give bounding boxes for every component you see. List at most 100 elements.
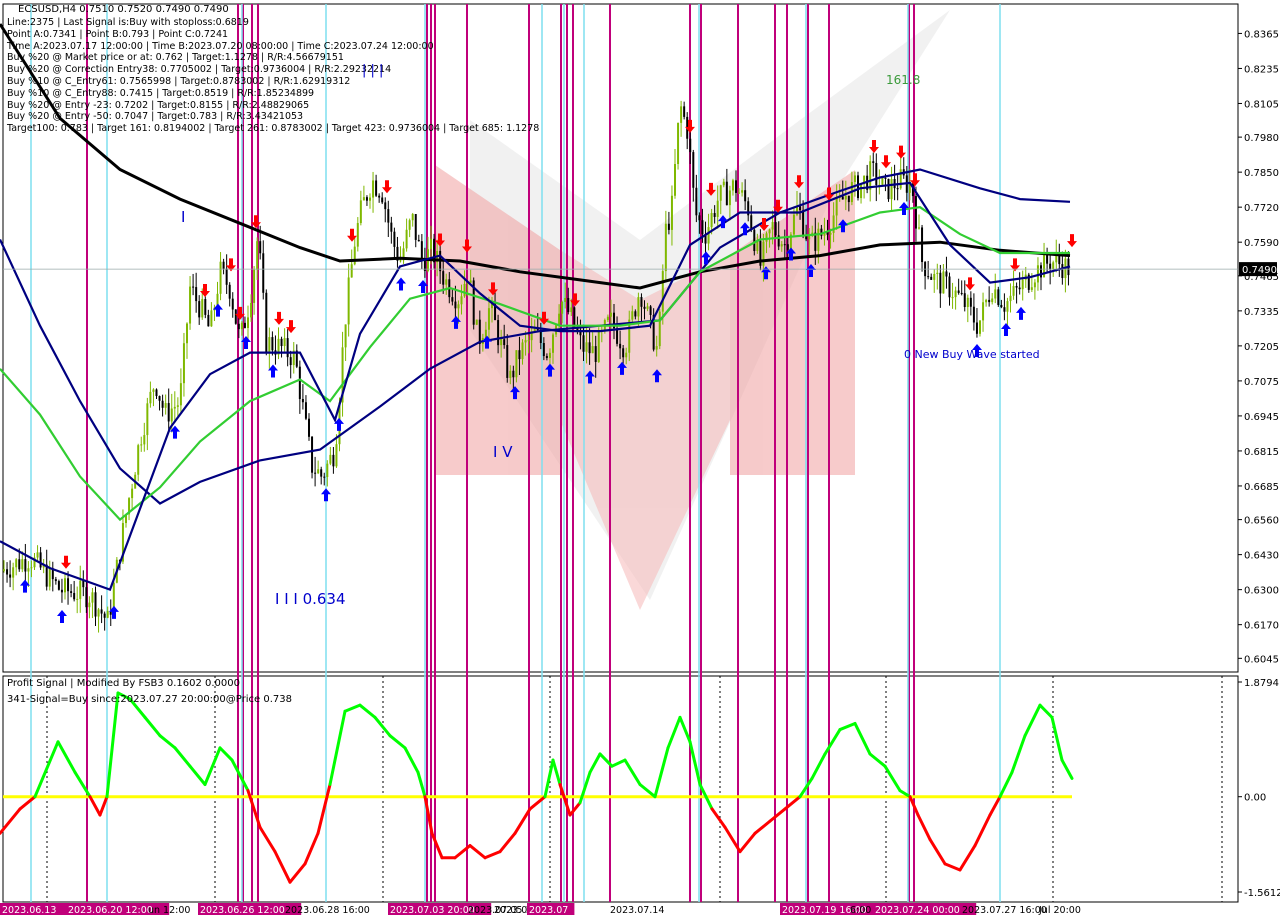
candle-body bbox=[344, 324, 347, 348]
candle-body bbox=[6, 569, 9, 575]
candle-body bbox=[625, 352, 628, 358]
candle-body bbox=[317, 469, 320, 474]
candle-body bbox=[390, 222, 393, 232]
candle-body bbox=[256, 241, 259, 270]
candle-body bbox=[451, 297, 454, 302]
price-tick-label: 0.7850 bbox=[1244, 168, 1279, 179]
candle-body bbox=[1030, 287, 1033, 290]
candle-body bbox=[283, 338, 286, 347]
candle-body bbox=[957, 290, 960, 293]
candle-body bbox=[170, 408, 173, 422]
candle-body bbox=[301, 399, 304, 403]
candle-body bbox=[991, 298, 994, 303]
candle-body bbox=[234, 309, 237, 324]
candle-body bbox=[335, 444, 338, 467]
candle-body bbox=[1009, 295, 1012, 302]
candle-body bbox=[372, 180, 375, 198]
candle-body bbox=[308, 418, 310, 437]
candle-body bbox=[966, 297, 969, 308]
candle-body bbox=[457, 304, 460, 309]
candle-body bbox=[942, 271, 945, 294]
candle-body bbox=[881, 177, 884, 185]
candle-body bbox=[725, 181, 728, 206]
candle-body bbox=[189, 286, 192, 324]
candle-body bbox=[1061, 264, 1064, 279]
candle-body bbox=[710, 213, 713, 228]
candle-body bbox=[564, 297, 567, 302]
candle-body bbox=[969, 297, 972, 307]
candle-body bbox=[918, 227, 920, 229]
candle-body bbox=[88, 602, 91, 608]
candle-body bbox=[731, 180, 734, 191]
candle-body bbox=[442, 271, 445, 285]
candle-body bbox=[73, 592, 76, 600]
candle-body bbox=[597, 331, 600, 362]
candle-body bbox=[460, 296, 463, 305]
candle-body bbox=[808, 235, 811, 240]
candle-body bbox=[192, 286, 195, 288]
candle-body bbox=[695, 187, 698, 216]
candle-body bbox=[661, 271, 664, 312]
candle-body bbox=[1003, 307, 1006, 312]
candle-body bbox=[94, 592, 97, 617]
candle-body bbox=[381, 197, 384, 203]
candle-body bbox=[243, 322, 246, 328]
candle-body bbox=[939, 272, 942, 294]
candle-body bbox=[3, 569, 5, 571]
indicator-tick-label: 1.8794 bbox=[1244, 678, 1279, 689]
candle-body bbox=[106, 610, 109, 618]
info-line: Buy %20 @ Market price or at: 0.762 | Ta… bbox=[7, 52, 344, 64]
candle-body bbox=[558, 313, 561, 326]
wave-label-iv: I V bbox=[493, 443, 513, 461]
candle-body bbox=[399, 260, 402, 262]
candle-body bbox=[24, 559, 27, 572]
wave-label-i: I bbox=[181, 208, 186, 226]
indicator-tick-label: -1.5612 bbox=[1244, 888, 1280, 899]
candle-body bbox=[658, 311, 661, 347]
candle-body bbox=[509, 370, 512, 378]
candle-body bbox=[231, 298, 234, 310]
candle-body bbox=[582, 335, 585, 352]
chart-window: 0.7490 0.8365 0.8235 0.8105 0.7980 0.7850 0.77… bbox=[0, 0, 1280, 920]
candle-body bbox=[1000, 304, 1003, 308]
price-tick-label: 0.6815 bbox=[1244, 447, 1279, 458]
candle-body bbox=[655, 346, 658, 350]
candle-body bbox=[167, 403, 170, 422]
candle-body bbox=[527, 340, 530, 342]
candle-body bbox=[27, 568, 30, 572]
price-tick-label: 0.7075 bbox=[1244, 377, 1279, 388]
candle-body bbox=[643, 306, 646, 309]
candle-body bbox=[103, 613, 106, 618]
candle-body bbox=[786, 244, 789, 250]
candle-body bbox=[326, 463, 329, 478]
candle-body bbox=[948, 276, 951, 298]
candle-body bbox=[329, 454, 332, 464]
candle-body bbox=[222, 261, 225, 269]
candle-body bbox=[36, 552, 39, 558]
candle-body bbox=[954, 290, 957, 298]
candle-body bbox=[155, 389, 158, 397]
candle-body bbox=[722, 181, 725, 186]
candle-body bbox=[387, 209, 390, 223]
candle-body bbox=[1015, 286, 1018, 288]
candle-body bbox=[475, 319, 478, 325]
candle-body bbox=[646, 306, 649, 309]
candle-body bbox=[616, 328, 619, 344]
candle-body bbox=[259, 241, 262, 254]
candle-body bbox=[91, 592, 94, 603]
candle-body bbox=[362, 197, 365, 201]
candle-body bbox=[847, 195, 850, 203]
candle-body bbox=[76, 598, 79, 600]
candle-body bbox=[57, 581, 60, 590]
candle-body bbox=[411, 214, 414, 221]
price-tick-label: 0.6300 bbox=[1244, 586, 1279, 597]
candle-body bbox=[588, 342, 591, 354]
candle-body bbox=[744, 190, 747, 202]
candle-body bbox=[82, 580, 85, 588]
candle-body bbox=[780, 244, 783, 247]
candle-body bbox=[323, 476, 326, 478]
time-axis-label: 2023.06.13 bbox=[2, 905, 56, 916]
candle-body bbox=[515, 350, 518, 378]
candle-body bbox=[585, 342, 588, 352]
new-wave-label: 0 New Buy Wave started bbox=[904, 348, 1040, 361]
